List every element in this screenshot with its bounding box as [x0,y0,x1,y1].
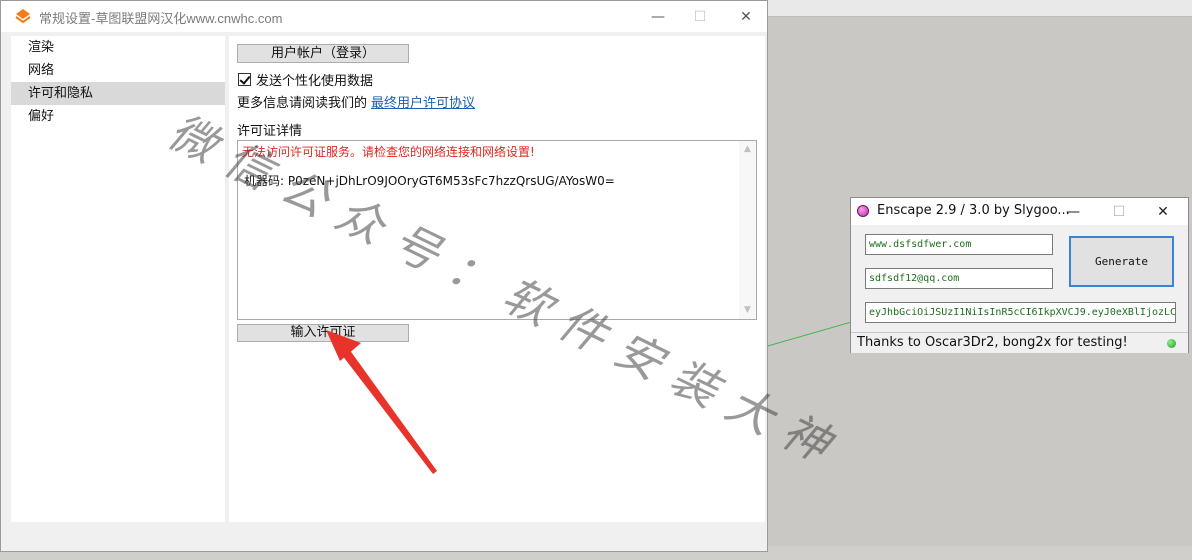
keygen-key-field[interactable]: eyJhbGciOiJSUzI1NiIsInR5cCI6IkpXVCJ9.eyJ… [865,302,1176,323]
scroll-down-icon[interactable]: ▼ [739,302,756,319]
keygen-window: Enscape 2.9 / 3.0 by Slygoo... — ☐ ✕ www… [850,197,1189,353]
keygen-status-text: Thanks to Oscar3Dr2, bong2x for testing! [857,335,1128,350]
keygen-close-button[interactable]: ✕ [1143,198,1183,225]
status-led-icon [1167,339,1176,348]
settings-window: 常规设置-草图联盟网汉化www.cnwhc.com — ☐ ✕ 渲染 网络 许可… [0,0,768,552]
title-bar[interactable]: 常规设置-草图联盟网汉化www.cnwhc.com — ☐ ✕ [1,1,767,32]
send-data-label: 发送个性化使用数据 [256,74,374,89]
enter-license-button[interactable]: 输入许可证 [237,324,409,342]
sidebar-item-rendering[interactable]: 渲染 [11,36,225,59]
keygen-title: Enscape 2.9 / 3.0 by Slygoo... [877,203,1070,218]
send-data-row: 发送个性化使用数据 [238,70,373,89]
keygen-status-bar: Thanks to Oscar3Dr2, bong2x for testing! [851,332,1188,353]
info-row: 更多信息请阅读我们的 最终用户许可协议 [237,92,475,111]
vertical-scrollbar[interactable]: ▲ ▼ [739,141,756,319]
keygen-minimize-button[interactable]: — [1053,198,1093,225]
keygen-title-bar[interactable]: Enscape 2.9 / 3.0 by Slygoo... — ☐ ✕ [851,198,1188,225]
eula-link[interactable]: 最终用户许可协议 [371,96,475,111]
maximize-button[interactable]: ☐ [677,1,723,32]
close-button[interactable]: ✕ [723,1,769,32]
sidebar-item-network[interactable]: 网络 [11,59,225,82]
generate-button[interactable]: Generate [1069,236,1174,287]
minimize-button[interactable]: — [635,1,681,32]
send-data-checkbox[interactable] [238,73,251,86]
window-title: 常规设置-草图联盟网汉化www.cnwhc.com [39,11,283,26]
window-footer [1,525,767,551]
app-logo-icon [15,9,31,24]
background-window-strip [768,0,1192,17]
keygen-email-field[interactable]: sdfsdf12@qq.com [865,268,1053,289]
keygen-website-field[interactable]: www.dsfsdfwer.com [865,234,1053,255]
keygen-app-icon [857,205,869,217]
user-account-button[interactable]: 用户帐户（登录） [237,44,409,63]
info-text: 更多信息请阅读我们的 [237,96,368,111]
keygen-maximize-button[interactable]: ☐ [1099,198,1139,225]
scroll-up-icon[interactable]: ▲ [739,141,756,158]
